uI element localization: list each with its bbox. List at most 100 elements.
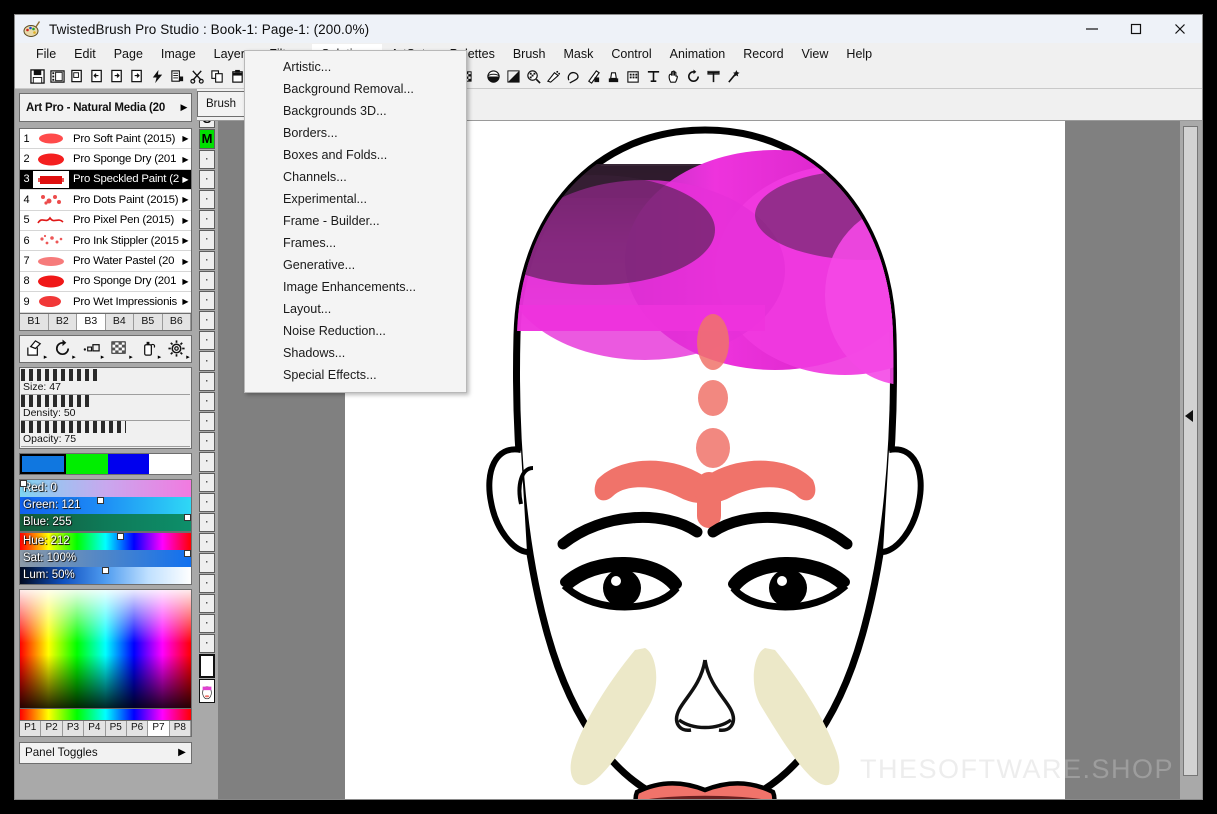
menu-mask[interactable]: Mask	[554, 44, 602, 64]
brush-list-item[interactable]: 3 Pro Speckled Paint (2 ▶	[20, 169, 191, 191]
text-icon[interactable]	[643, 65, 663, 87]
scrollbar-thumb[interactable]	[1183, 126, 1198, 776]
layer-slot[interactable]: ·	[199, 391, 215, 411]
solutions-menu-item[interactable]: Shadows...	[245, 342, 466, 364]
layer-slot[interactable]: ·	[199, 512, 215, 533]
page-new-icon[interactable]	[67, 65, 87, 87]
layer-slot[interactable]: ·	[199, 452, 215, 472]
brush-tab[interactable]: B5	[134, 313, 163, 330]
solutions-menu-item[interactable]: Layout...	[245, 298, 466, 320]
layer-slot[interactable]: ·	[199, 311, 215, 331]
save-icon[interactable]	[27, 65, 47, 87]
palette-tab[interactable]: P1	[20, 720, 42, 736]
brush-list-item[interactable]: 7 Pro Water Pastel (20 ▶	[20, 251, 191, 272]
layer-slot[interactable]: ·	[199, 169, 215, 189]
palette-tab[interactable]: P4	[84, 720, 106, 736]
palette-tab[interactable]: P3	[62, 720, 85, 736]
minimize-button[interactable]	[1070, 15, 1114, 43]
layer-slot[interactable]: ·	[199, 250, 215, 270]
color-slider-blue[interactable]: Blue: 255	[20, 513, 191, 531]
solutions-menu-item[interactable]: Artistic...	[245, 56, 466, 78]
slider-track-density[interactable]	[21, 394, 190, 407]
solutions-menu-item[interactable]: Background Removal...	[245, 78, 466, 100]
brush-list-item[interactable]: 5 Pro Pixel Pen (2015) ▶	[20, 210, 191, 231]
rotate-icon[interactable]	[683, 65, 703, 87]
brush-list-item[interactable]: 8 Pro Sponge Dry (201 ▶	[20, 271, 191, 293]
palette-tab[interactable]: P8	[169, 720, 191, 736]
brush-tab[interactable]: B1	[20, 313, 49, 330]
spray-icon[interactable]	[543, 65, 563, 87]
swatch-blue[interactable]	[107, 453, 150, 474]
magnify-checker-icon[interactable]	[523, 65, 543, 87]
building-icon[interactable]	[623, 65, 643, 87]
layer-slot[interactable]: ·	[199, 613, 215, 634]
color-slider-hue[interactable]: Hue: 212	[20, 532, 191, 550]
slider-track-size[interactable]	[21, 368, 190, 381]
artset-selector[interactable]: Art Pro - Natural Media (20 ▶	[19, 93, 192, 122]
solutions-menu-item[interactable]: Boxes and Folds...	[245, 144, 466, 166]
sphere-icon[interactable]	[483, 65, 503, 87]
panel-toggles-button[interactable]: Panel Toggles ▶	[19, 741, 192, 764]
layer-slot[interactable]: ·	[199, 230, 215, 250]
menu-edit[interactable]: Edit	[65, 44, 105, 64]
reload-icon[interactable]: ▸	[51, 337, 76, 361]
color-field-picker[interactable]	[19, 588, 192, 709]
slider-size[interactable]: Size: 47	[21, 368, 190, 395]
slider-track-opacity[interactable]	[21, 420, 190, 433]
maximize-button[interactable]	[1114, 15, 1158, 43]
page-add-icon[interactable]	[127, 65, 147, 87]
brush-list-item[interactable]: 9 Pro Wet Impressionis ▶	[20, 292, 191, 313]
menu-view[interactable]: View	[793, 44, 838, 64]
slider-opacity[interactable]: Opacity: 75	[21, 420, 190, 447]
solutions-menu-item[interactable]: Frames...	[245, 232, 466, 254]
shapes-icon[interactable]: ▸	[79, 337, 104, 361]
layer-slot[interactable]: ·	[199, 331, 215, 351]
page-prev-icon[interactable]	[87, 65, 107, 87]
canvas-vertical-scrollbar[interactable]	[1180, 120, 1202, 799]
brush-tab[interactable]: B6	[162, 313, 191, 330]
layer-slot[interactable]: ·	[199, 290, 215, 311]
ruler-icon[interactable]	[703, 65, 723, 87]
brush-list-item[interactable]: 2 Pro Sponge Dry (201 ▶	[20, 149, 191, 170]
brush-tab[interactable]: B2	[48, 313, 77, 330]
gear-icon[interactable]: ▸	[165, 337, 190, 361]
brush-tab[interactable]: B4	[105, 313, 134, 330]
layer-slot[interactable]: ·	[199, 553, 215, 573]
palette-tab[interactable]: P7	[148, 720, 170, 736]
color-slider-knob-luminance[interactable]	[102, 566, 109, 574]
triangle-fill-icon[interactable]	[503, 65, 523, 87]
swatch-white[interactable]	[149, 453, 191, 474]
solutions-menu-item[interactable]: Special Effects...	[245, 364, 466, 386]
hue-strip[interactable]	[19, 708, 192, 721]
lightning-icon[interactable]	[147, 65, 167, 87]
menu-brush[interactable]: Brush	[504, 44, 555, 64]
solutions-menu-item[interactable]: Channels...	[245, 166, 466, 188]
layer-slot[interactable]: ·	[199, 210, 215, 230]
brush-list-item[interactable]: 1 Pro Soft Paint (2015) ▶	[20, 129, 191, 150]
menu-help[interactable]: Help	[837, 44, 881, 64]
layer-slot[interactable]: ·	[199, 533, 215, 553]
layer-slot[interactable]: ·	[199, 270, 215, 290]
swatch-primary[interactable]	[20, 453, 66, 474]
layer-slot[interactable]: ·	[199, 371, 215, 391]
palette-tab[interactable]: P6	[126, 720, 149, 736]
menu-page[interactable]: Page	[105, 44, 152, 64]
layer-thumbnail-preview[interactable]	[199, 679, 215, 704]
menu-animation[interactable]: Animation	[661, 44, 735, 64]
page-next-icon[interactable]	[107, 65, 127, 87]
color-slider-knob-green[interactable]	[97, 496, 105, 504]
solutions-menu-item[interactable]: Noise Reduction...	[245, 320, 466, 342]
close-button[interactable]	[1158, 15, 1202, 43]
layer-slot[interactable]: ·	[199, 149, 215, 169]
color-slider-knob-saturation[interactable]	[184, 549, 191, 557]
color-slider-knob-hue[interactable]	[116, 532, 124, 540]
solutions-menu-item[interactable]: Generative...	[245, 254, 466, 276]
solutions-menu-item[interactable]: Frame - Builder...	[245, 210, 466, 232]
collapse-arrow-icon[interactable]	[1185, 410, 1193, 422]
open-box-icon[interactable]: ▸	[22, 337, 47, 361]
layer-slot[interactable]: ·	[199, 412, 215, 432]
brush-tab[interactable]: B3	[77, 313, 106, 330]
brush-list[interactable]: 1 Pro Soft Paint (2015) ▶ 2 Pro Sponge Dry (…	[19, 128, 192, 314]
checker-texture-icon[interactable]: ▸	[108, 337, 133, 361]
color-slider-knob-red[interactable]	[20, 479, 27, 487]
